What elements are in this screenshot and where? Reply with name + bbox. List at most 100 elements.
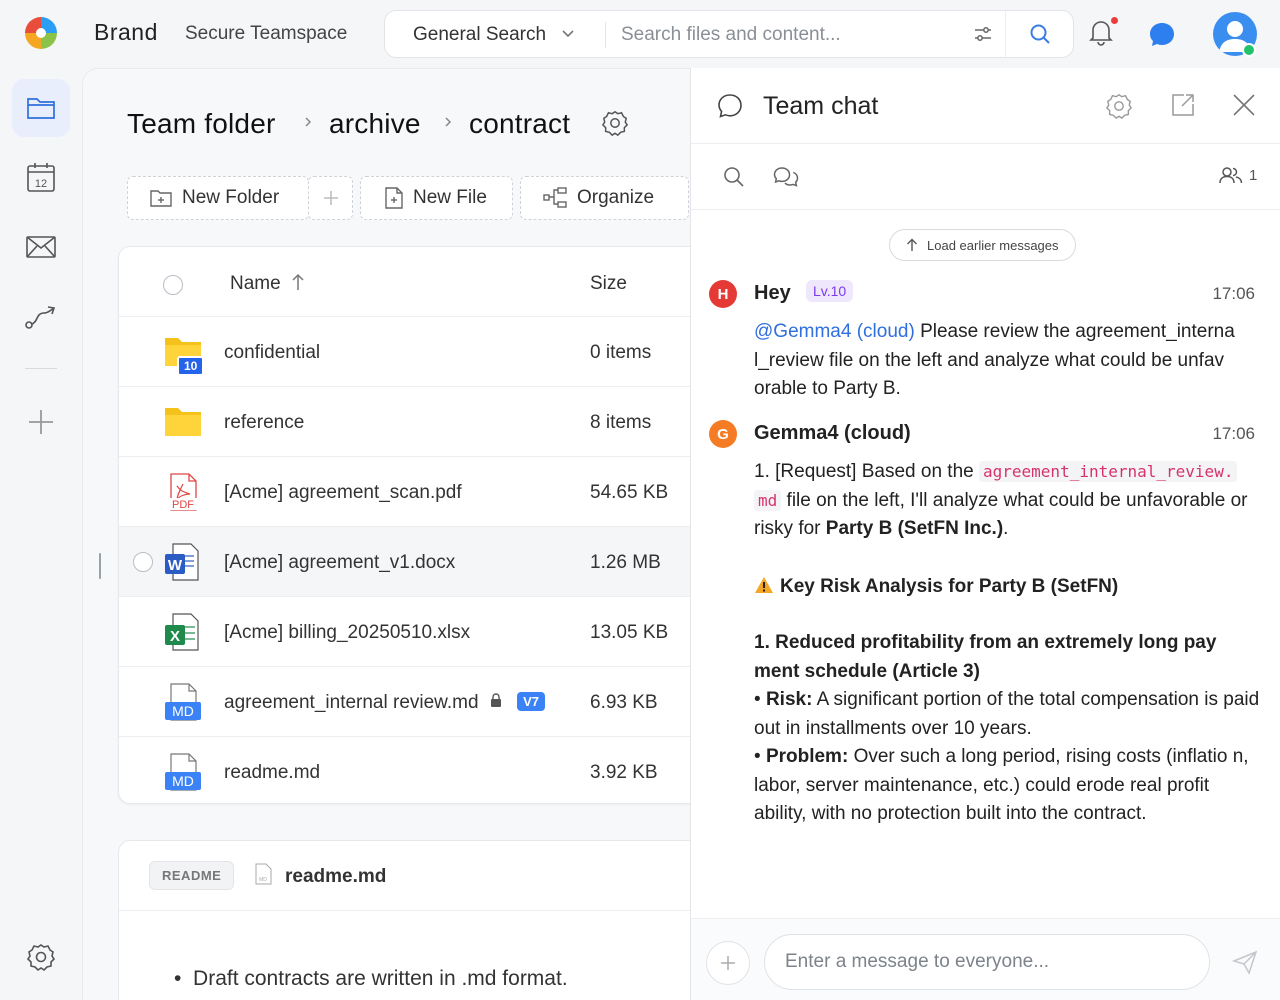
members-count-button[interactable]: 1: [1219, 166, 1257, 184]
brand-logo-icon[interactable]: [24, 16, 58, 50]
breadcrumb-archive[interactable]: archive: [329, 108, 421, 140]
file-name-wrap[interactable]: agreement_internal review.md V7: [224, 692, 545, 714]
level-badge: Lv.10: [806, 280, 854, 302]
message-input[interactable]: [764, 934, 1210, 990]
folder-settings-gear-icon[interactable]: [601, 109, 629, 137]
word-icon-label: W: [168, 557, 183, 574]
message-bullet-risk: • Risk: A significant portion of the tot…: [754, 689, 1260, 739]
md-icon-label: MD: [172, 703, 194, 719]
file-name[interactable]: confidential: [224, 342, 320, 364]
file-name[interactable]: [Acme] agreement_v1.docx: [224, 552, 455, 574]
excel-icon-label: X: [170, 628, 180, 645]
chat-message: G Gemma4 (cloud) 17:06 1. [Request] Base…: [709, 420, 1269, 850]
chat-bubble-icon[interactable]: [1148, 20, 1176, 48]
file-plus-icon: [385, 187, 403, 209]
markdown-file-icon: MD: [253, 863, 273, 885]
new-folder-plus-button[interactable]: [308, 176, 353, 220]
file-size: 54.65 KB: [590, 482, 669, 503]
author-avatar[interactable]: G: [709, 420, 737, 448]
load-earlier-button[interactable]: Load earlier messages: [889, 229, 1076, 261]
sort-ascending-icon[interactable]: [291, 272, 305, 292]
calendar-day: 12: [35, 178, 47, 190]
file-row-reference[interactable]: reference 8 items: [119, 387, 737, 457]
message-time: 17:06: [1212, 424, 1255, 443]
folder-icon: [163, 402, 203, 442]
md-icon-label: MD: [172, 773, 194, 789]
nav-settings[interactable]: [12, 928, 70, 986]
nav-mail[interactable]: [12, 218, 70, 276]
search-button[interactable]: [1005, 11, 1074, 57]
file-size: 13.05 KB: [590, 622, 669, 643]
message-body: 1. [Request] Based on the agreement_inte…: [754, 458, 1264, 829]
load-earlier-label: Load earlier messages: [927, 237, 1059, 253]
file-name[interactable]: readme.md: [224, 762, 320, 784]
pdf-file-icon: PDF: [163, 472, 203, 512]
plus-icon: [721, 956, 735, 970]
file-name[interactable]: [Acme] billing_20250510.xlsx: [224, 622, 470, 644]
notification-bell-icon[interactable]: [1088, 18, 1114, 46]
nav-add[interactable]: [12, 393, 70, 451]
brand-name: Brand: [94, 19, 158, 45]
file-name[interactable]: agreement_internal review.md: [224, 692, 479, 713]
close-icon[interactable]: [1231, 92, 1257, 118]
readme-bullet: • Draft contracts are written in .md for…: [174, 967, 568, 990]
folder-count-badge: 10: [177, 356, 205, 376]
nav-calendar[interactable]: 12: [12, 148, 70, 206]
select-all-checkbox[interactable]: [163, 275, 183, 295]
new-folder-button[interactable]: New Folder: [127, 176, 309, 220]
search-icon[interactable]: [723, 166, 745, 188]
message-bullet-problem: • Problem: Over such a long period, risi…: [754, 746, 1249, 824]
file-size: 3.92 KB: [590, 762, 658, 783]
threads-icon[interactable]: [773, 166, 799, 188]
file-name[interactable]: reference: [224, 412, 304, 434]
word-file-icon: W: [163, 542, 203, 582]
panel-resize-handle[interactable]: [99, 553, 101, 579]
author-name[interactable]: Gemma4 (cloud): [754, 422, 911, 445]
popout-external-icon[interactable]: [1170, 92, 1196, 118]
inline-code: md: [754, 489, 782, 511]
file-row-pdf[interactable]: PDF [Acme] agreement_scan.pdf 54.65 KB: [119, 457, 737, 527]
breadcrumb-contract[interactable]: contract: [469, 108, 570, 140]
readme-preview: README MD readme.md • Draft contracts ar…: [118, 840, 738, 1000]
send-icon[interactable]: [1232, 949, 1258, 975]
inline-code: agreement_internal_review.: [979, 461, 1238, 482]
file-row-md-review[interactable]: MD agreement_internal review.md V7 6.93 …: [119, 667, 737, 737]
nav-workflow[interactable]: [12, 288, 70, 346]
row-checkbox[interactable]: [133, 552, 153, 572]
message-paragraph: 1. [Request] Based on the agreement_inte…: [754, 458, 1264, 544]
nav-files[interactable]: [12, 79, 70, 137]
filter-sliders-icon[interactable]: [973, 24, 993, 44]
readme-icon-label: MD: [259, 877, 267, 883]
organize-button[interactable]: Organize: [520, 176, 689, 220]
attach-plus-button[interactable]: [706, 941, 750, 985]
file-name[interactable]: [Acme] agreement_scan.pdf: [224, 482, 462, 504]
file-row-readme[interactable]: MD readme.md 3.92 KB: [119, 737, 737, 803]
search-input[interactable]: [621, 21, 951, 49]
message-text: 1. [Request] Based on the: [754, 461, 974, 482]
file-row-confidential[interactable]: 10 confidential 0 items: [119, 317, 737, 387]
message-body: @Gemma4 (cloud) Please review the agreem…: [754, 318, 1264, 404]
breadcrumb-team-folder[interactable]: Team folder: [127, 108, 276, 140]
workspace-name[interactable]: Secure Teamspace: [185, 23, 347, 45]
new-file-button[interactable]: New File: [360, 176, 513, 220]
file-list: Name Size 10 confidential 0 items refere…: [118, 246, 738, 804]
version-badge[interactable]: V7: [517, 692, 545, 711]
excel-file-icon: X: [163, 612, 203, 652]
user-mention[interactable]: @Gemma4 (cloud): [754, 321, 915, 342]
message-text: .: [1003, 518, 1009, 539]
chevron-down-icon[interactable]: [561, 29, 575, 39]
search-scope-dropdown[interactable]: General Search: [413, 24, 546, 46]
chat-settings-gear-icon[interactable]: [1105, 92, 1133, 120]
plus-icon: [29, 410, 53, 434]
author-name[interactable]: Hey: [754, 282, 791, 305]
file-row-xlsx[interactable]: X [Acme] billing_20250510.xlsx 13.05 KB: [119, 597, 737, 667]
column-header-size[interactable]: Size: [590, 273, 627, 295]
file-size: 8 items: [590, 412, 652, 433]
readme-header: README MD readme.md: [119, 841, 737, 911]
chat-title: Team chat: [763, 92, 879, 120]
message-heading-text: Key Risk Analysis for Party B (SetFN): [780, 575, 1119, 597]
file-row-docx[interactable]: W [Acme] agreement_v1.docx 1.26 MB: [119, 527, 737, 597]
bullet-text: A significant portion of the total compe…: [754, 689, 1260, 739]
column-header-name[interactable]: Name: [230, 273, 281, 295]
author-avatar[interactable]: H: [709, 280, 737, 308]
